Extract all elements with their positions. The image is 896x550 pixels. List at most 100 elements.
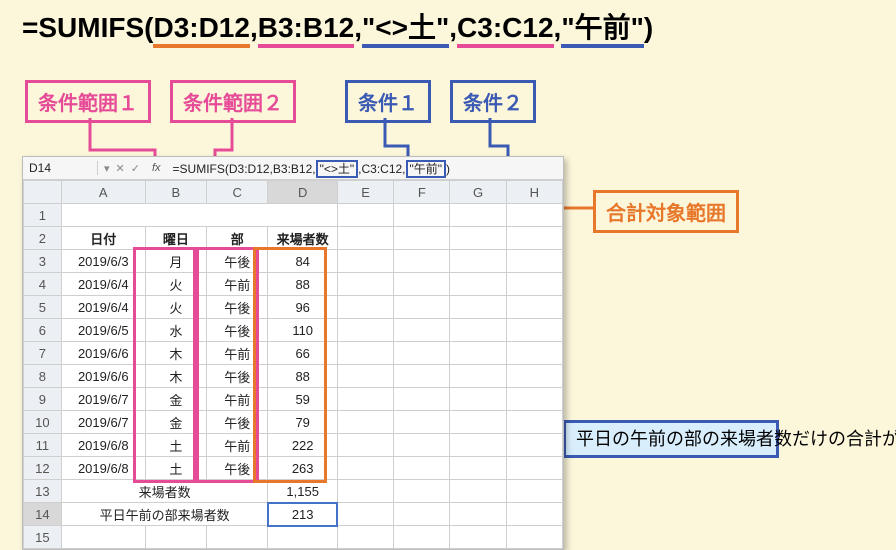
fbar-box1: "<>土" bbox=[316, 160, 359, 178]
cell-visitors[interactable]: 263 bbox=[268, 457, 338, 480]
fbar-prefix: =SUMIFS(D3:D12,B3:B12, bbox=[173, 162, 316, 176]
cell-visitors[interactable]: 88 bbox=[268, 365, 338, 388]
spreadsheet-grid[interactable]: A B C D E F G H 1 マキシリゾート 来場者数一覧 2 日付 曜日… bbox=[23, 180, 563, 549]
cell-visitors[interactable]: 222 bbox=[268, 434, 338, 457]
formula-sum-range: D3:D12 bbox=[153, 12, 249, 48]
formula-heading: =SUMIFS(D3:D12,B3:B12,"<>土",C3:C12,"午前") bbox=[22, 6, 653, 46]
confirm-icon[interactable]: ✓ bbox=[131, 162, 140, 175]
cell-date[interactable]: 2019/6/5 bbox=[61, 319, 145, 342]
weekday-row: 14 平日午前の部来場者数 213 bbox=[24, 503, 563, 526]
cell-part[interactable]: 午後 bbox=[207, 250, 268, 273]
cell-date[interactable]: 2019/6/6 bbox=[61, 342, 145, 365]
cell-part[interactable]: 午前 bbox=[207, 434, 268, 457]
cell-visitors[interactable]: 96 bbox=[268, 296, 338, 319]
cell-day[interactable]: 土 bbox=[145, 457, 206, 480]
cell-date[interactable]: 2019/6/8 bbox=[61, 434, 145, 457]
row-9[interactable]: 9 bbox=[24, 388, 62, 411]
row-14[interactable]: 14 bbox=[24, 503, 62, 526]
fx-tools: ▾ ✕ ✓ fx bbox=[98, 162, 167, 175]
cell-part[interactable]: 午後 bbox=[207, 296, 268, 319]
cell-part[interactable]: 午後 bbox=[207, 365, 268, 388]
cell-day[interactable]: 金 bbox=[145, 411, 206, 434]
cell-visitors[interactable]: 88 bbox=[268, 273, 338, 296]
cancel-icon[interactable]: ✕ bbox=[116, 162, 125, 175]
row-2[interactable]: 2 bbox=[24, 227, 62, 250]
col-D[interactable]: D bbox=[268, 181, 338, 204]
col-A[interactable]: A bbox=[61, 181, 145, 204]
fbar-box2: "午前" bbox=[406, 160, 447, 178]
table-row: 92019/6/7金午前59 bbox=[24, 388, 563, 411]
cell-date[interactable]: 2019/6/4 bbox=[61, 296, 145, 319]
title-cell[interactable]: マキシリゾート 来場者数一覧 bbox=[61, 204, 337, 227]
dropdown-icon[interactable]: ▾ bbox=[104, 162, 110, 175]
formula-bar[interactable]: =SUMIFS(D3:D12,B3:B12,"<>土",C3:C12,"午前") bbox=[167, 160, 563, 177]
cell-day[interactable]: 水 bbox=[145, 319, 206, 342]
cell-part[interactable]: 午後 bbox=[207, 457, 268, 480]
cell-day[interactable]: 火 bbox=[145, 296, 206, 319]
col-F[interactable]: F bbox=[394, 181, 450, 204]
row-6[interactable]: 6 bbox=[24, 319, 62, 342]
col-C[interactable]: C bbox=[207, 181, 268, 204]
row-10[interactable]: 10 bbox=[24, 411, 62, 434]
cell-part[interactable]: 午後 bbox=[207, 319, 268, 342]
weekday-label[interactable]: 平日午前の部来場者数 bbox=[61, 503, 268, 526]
name-bar: D14 ▾ ✕ ✓ fx =SUMIFS(D3:D12,B3:B12,"<>土"… bbox=[23, 157, 563, 180]
cell-date[interactable]: 2019/6/7 bbox=[61, 411, 145, 434]
cell-visitors[interactable]: 66 bbox=[268, 342, 338, 365]
cell-day[interactable]: 月 bbox=[145, 250, 206, 273]
col-H[interactable]: H bbox=[506, 181, 562, 204]
row-11[interactable]: 11 bbox=[24, 434, 62, 457]
weekday-value[interactable]: 213 bbox=[268, 503, 338, 526]
column-header-row: A B C D E F G H bbox=[24, 181, 563, 204]
row-3[interactable]: 3 bbox=[24, 250, 62, 273]
cell-date[interactable]: 2019/6/3 bbox=[61, 250, 145, 273]
cell-part[interactable]: 午後 bbox=[207, 411, 268, 434]
excel-window: D14 ▾ ✕ ✓ fx =SUMIFS(D3:D12,B3:B12,"<>土"… bbox=[22, 156, 564, 550]
formula-crit-range2: C3:C12 bbox=[457, 12, 553, 48]
formula-eq: =SUMIFS( bbox=[22, 12, 153, 43]
cell-visitors[interactable]: 79 bbox=[268, 411, 338, 434]
cell-visitors[interactable]: 110 bbox=[268, 319, 338, 342]
h-date[interactable]: 日付 bbox=[61, 227, 145, 250]
row-8[interactable]: 8 bbox=[24, 365, 62, 388]
cell-part[interactable]: 午前 bbox=[207, 273, 268, 296]
cell-date[interactable]: 2019/6/4 bbox=[61, 273, 145, 296]
tag-crit2: 条件２ bbox=[450, 80, 536, 123]
fx-icon[interactable]: fx bbox=[152, 162, 161, 174]
h-part[interactable]: 部 bbox=[207, 227, 268, 250]
table-row: 52019/6/4火午後96 bbox=[24, 296, 563, 319]
cell-visitors[interactable]: 59 bbox=[268, 388, 338, 411]
tag-note: 平日の午前の部の来場者数だけの合計が求められた bbox=[563, 420, 779, 458]
sum-value[interactable]: 1,155 bbox=[268, 480, 338, 503]
row-15[interactable]: 15 bbox=[24, 526, 62, 549]
row-1[interactable]: 1 bbox=[24, 204, 62, 227]
row-5[interactable]: 5 bbox=[24, 296, 62, 319]
name-box[interactable]: D14 bbox=[23, 161, 98, 175]
row-4[interactable]: 4 bbox=[24, 273, 62, 296]
col-G[interactable]: G bbox=[450, 181, 506, 204]
cell-day[interactable]: 木 bbox=[145, 365, 206, 388]
cell-part[interactable]: 午前 bbox=[207, 388, 268, 411]
h-day[interactable]: 曜日 bbox=[145, 227, 206, 250]
cell-day[interactable]: 火 bbox=[145, 273, 206, 296]
h-visitors[interactable]: 来場者数 bbox=[268, 227, 338, 250]
row-7[interactable]: 7 bbox=[24, 342, 62, 365]
cell-day[interactable]: 土 bbox=[145, 434, 206, 457]
formula-crit2: "午前" bbox=[561, 12, 644, 48]
col-B[interactable]: B bbox=[145, 181, 206, 204]
cell-visitors[interactable]: 84 bbox=[268, 250, 338, 273]
row-12[interactable]: 12 bbox=[24, 457, 62, 480]
row-13[interactable]: 13 bbox=[24, 480, 62, 503]
empty-row: 15 bbox=[24, 526, 563, 549]
sum-label[interactable]: 来場者数 bbox=[61, 480, 268, 503]
tag-crit-range2: 条件範囲２ bbox=[170, 80, 296, 123]
cell-date[interactable]: 2019/6/8 bbox=[61, 457, 145, 480]
cell-date[interactable]: 2019/6/6 bbox=[61, 365, 145, 388]
formula-crit-range1: B3:B12 bbox=[258, 12, 354, 48]
select-all[interactable] bbox=[24, 181, 62, 204]
col-E[interactable]: E bbox=[337, 181, 393, 204]
cell-day[interactable]: 金 bbox=[145, 388, 206, 411]
cell-part[interactable]: 午前 bbox=[207, 342, 268, 365]
cell-date[interactable]: 2019/6/7 bbox=[61, 388, 145, 411]
cell-day[interactable]: 木 bbox=[145, 342, 206, 365]
